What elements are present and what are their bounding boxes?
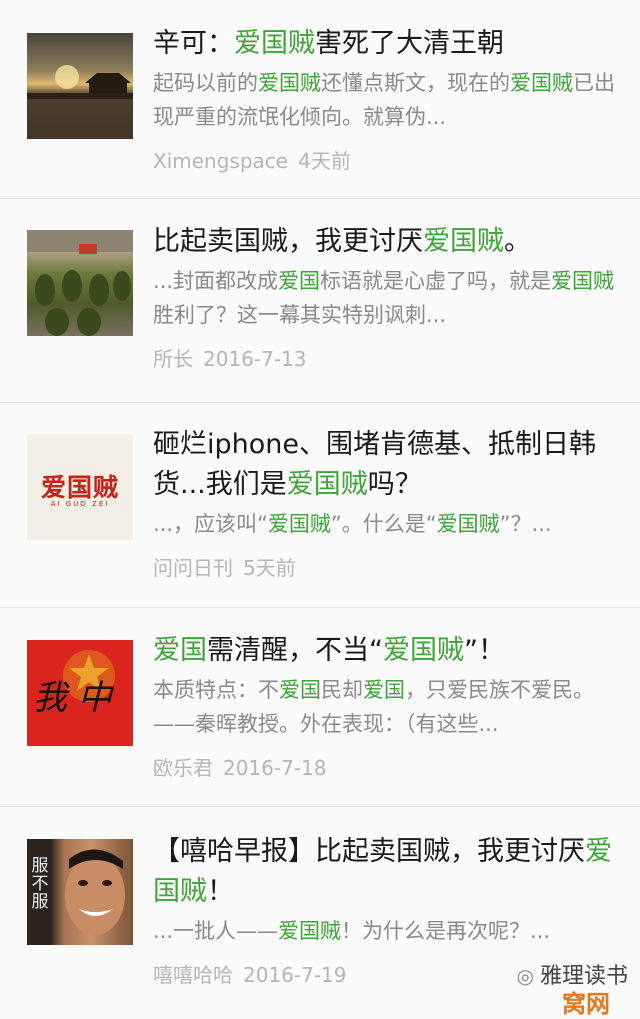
text-segment: ！为什么是再次呢？... [341,919,551,943]
article-meta: Ximengspace 4天前 [153,148,626,174]
keyword-highlight: 爱国贼 [436,512,500,536]
keyword-highlight: 爱国 [153,635,207,666]
text-segment: ”。什么是“ [330,512,437,536]
article-meta: 所长 2016-7-13 [153,346,626,372]
article-meta: 问问日刊 5天前 [153,555,626,581]
article-date: 5天前 [243,556,296,580]
text-segment: 需清醒，不当“ [207,635,383,666]
text-segment: ”？... [499,512,552,536]
article-source: 嘻嘻哈哈 [153,963,233,987]
keyword-highlight: 爱国贼 [510,71,573,95]
article-snippet: 起码以前的爱国贼还懂点斯文，现在的爱国贼已出现严重的流氓化倾向。就算伪... [153,66,626,134]
article-item[interactable]: 辛可：爱国贼害死了大清王朝 起码以前的爱国贼还懂点斯文，现在的爱国贼已出现严重的… [0,0,640,199]
article-item[interactable]: 我 中 爱国需清醒，不当“爱国贼”！ 本质特点：不爱国民却爱国，只爱民族不爱民。… [0,608,640,807]
text-segment: 害死了大清王朝 [315,28,504,59]
keyword-highlight: 爱国 [278,269,321,293]
side-text: 服不服 [31,856,49,912]
text-segment: 民却 [321,678,363,702]
keyword-highlight: 爱国贼 [423,226,504,257]
article-date: 4天前 [298,149,351,173]
article-thumbnail: 服不服 [27,839,133,945]
article-meta: 欧乐君 2016-7-18 [153,755,626,781]
text-segment: 本质特点：不 [153,678,279,702]
article-title[interactable]: 爱国需清醒，不当“爱国贼”！ [153,631,626,671]
calligraphy-text: 我 中 [33,678,112,718]
keyword-highlight: 爱国 [363,678,405,702]
text-segment: 。 [504,226,531,257]
keyword-highlight: 爱国贼 [278,919,342,943]
wechat-icon: ◎ [516,964,534,988]
text-segment: 标语就是心虚了吗，就是 [320,269,552,293]
keyword-highlight: 爱国贼 [258,71,321,95]
article-thumbnail: 我 中 [27,640,133,746]
article-date: 2016-7-18 [223,756,327,780]
keyword-highlight: 爱国贼 [234,28,315,59]
article-snippet: ...一批人——爱国贼！为什么是再次呢？... [153,914,626,948]
article-thumbnail [27,230,133,336]
site-watermark: 窝网 [562,990,610,1018]
text-segment: 吗？ [367,469,422,500]
text-segment: 比起卖国贼，我更讨厌 [153,226,423,257]
keyword-highlight: 爱国贼 [286,469,368,500]
text-segment: ...，应该叫“ [153,512,268,536]
article-snippet: ...，应该叫“爱国贼”。什么是“爱国贼”？... [153,507,626,541]
article-item[interactable]: 爱国贼 AI GUO ZEI 砸烂iphone、围堵肯德基、抵制日韩货...我们… [0,403,640,608]
soldiers-crowd-image [27,230,133,336]
keyword-highlight: 爱国贼 [267,512,331,536]
text-segment: 胜利了？这一幕其实特别讽刺... [153,303,447,327]
article-title[interactable]: 【嘻哈早报】比起卖国贼，我更讨厌爱国贼！ [153,832,626,912]
keyword-highlight: 爱国 [279,678,321,702]
text-segment: ！ [207,876,234,907]
article-item[interactable]: 比起卖国贼，我更讨厌爱国贼。 ...封面都改成爱国标语就是心虚了吗，就是爱国贼胜… [0,199,640,403]
article-source: 欧乐君 [153,756,213,780]
article-title[interactable]: 砸烂iphone、围堵肯德基、抵制日韩货...我们是爱国贼吗？ [153,425,626,505]
logo-subtext: AI GUO ZEI [50,500,110,508]
keyword-highlight: 爱国贼 [551,269,615,293]
text-segment: ...封面都改成 [153,269,279,293]
article-source: Ximengspace [153,149,289,173]
article-snippet: 本质特点：不爱国民却爱国，只爱民族不爱民。——秦晖教授。外在表现：（有这些... [153,673,626,741]
text-segment: 起码以前的 [153,71,258,95]
text-segment: 辛可： [153,28,234,59]
article-source: 所长 [153,347,193,371]
article-title[interactable]: 比起卖国贼，我更讨厌爱国贼。 [153,222,626,262]
keyword-highlight: 爱国贼 [383,635,464,666]
text-segment: ”！ [464,635,505,666]
text-segment: 还懂点斯文，现在的 [321,71,510,95]
text-segment: 【嘻哈早报】比起卖国贼，我更讨厌 [153,836,585,867]
palace-sunset-image [27,65,133,139]
article-title[interactable]: 辛可：爱国贼害死了大清王朝 [153,24,626,64]
article-thumbnail: 爱国贼 AI GUO ZEI [27,434,133,540]
article-thumbnail [27,33,133,139]
article-date: 2016-7-13 [203,347,307,371]
text-segment: ...一批人—— [153,919,279,943]
article-snippet: ...封面都改成爱国标语就是心虚了吗，就是爱国贼胜利了？这一幕其实特别讽刺... [153,264,626,332]
logo-text: 爱国贼 [40,473,119,502]
article-date: 2016-7-19 [243,963,347,987]
article-source: 问问日刊 [153,556,233,580]
